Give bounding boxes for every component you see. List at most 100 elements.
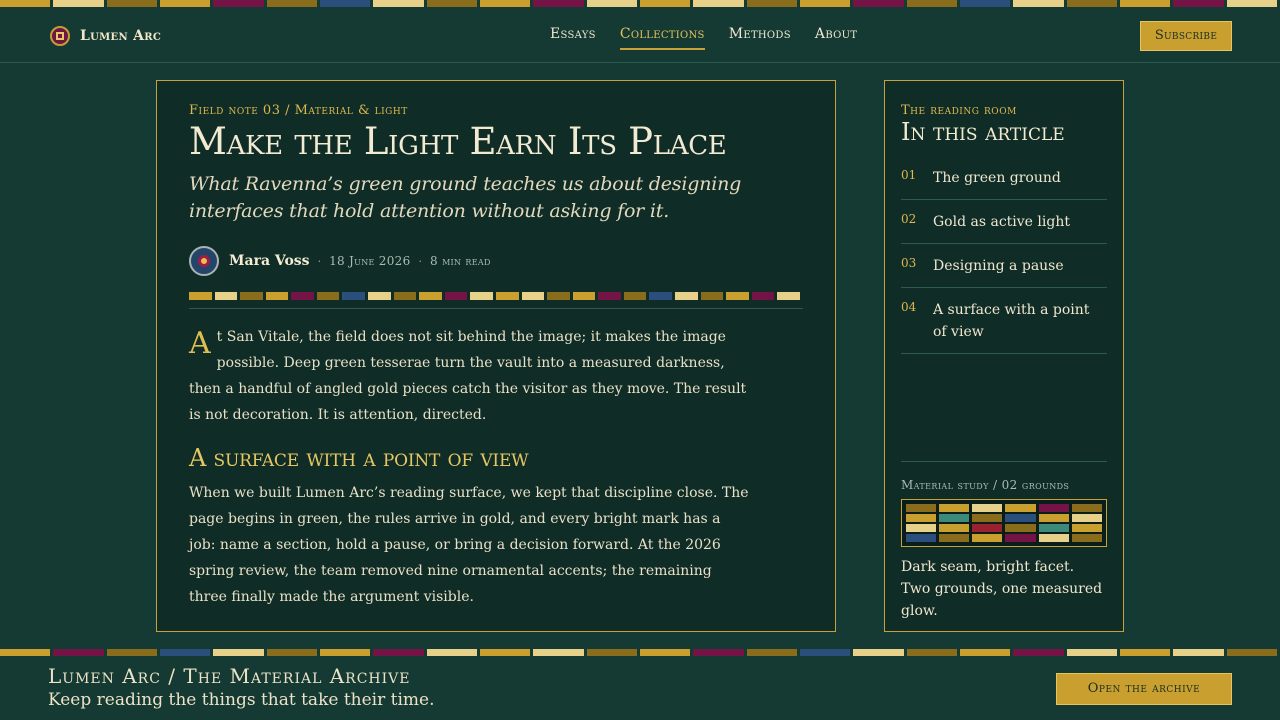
mosaic-tile bbox=[495, 292, 519, 300]
mosaic-tile bbox=[291, 292, 314, 300]
mosaic-tile bbox=[479, 649, 534, 656]
mosaic-border-top bbox=[0, 0, 1280, 7]
mosaic-tile bbox=[751, 292, 775, 300]
publish-date: 18 June 2026 bbox=[329, 254, 411, 268]
toc-item[interactable]: 03 Designing a pause bbox=[901, 244, 1107, 288]
swatch-tile bbox=[972, 524, 1003, 532]
nav-essays[interactable]: Essays bbox=[550, 26, 596, 50]
paragraph-text: t San Vitale, the field does not sit beh… bbox=[189, 329, 747, 423]
mosaic-tile bbox=[853, 0, 907, 7]
study-label: Material study / 02 grounds bbox=[901, 478, 1070, 492]
mosaic-tile bbox=[479, 0, 534, 7]
mosaic-tile bbox=[393, 292, 417, 300]
mosaic-tile bbox=[319, 649, 374, 656]
open-archive-button[interactable]: Open the archive bbox=[1056, 673, 1232, 705]
article-dek: What Ravenna’s green ground teaches us a… bbox=[189, 173, 742, 222]
swatch-tile bbox=[906, 524, 937, 532]
swatch-tile bbox=[939, 534, 970, 542]
toc-number: 03 bbox=[901, 256, 917, 270]
site-footer: Lumen Arc / The Material Archive Keep re… bbox=[0, 656, 1280, 720]
mosaic-tile bbox=[746, 0, 800, 7]
swatch-tile bbox=[906, 534, 937, 542]
toc-label: Designing a pause bbox=[933, 258, 1064, 274]
mosaic-tile bbox=[106, 0, 160, 7]
mosaic-tile bbox=[1173, 0, 1227, 7]
author-name[interactable]: Mara Voss bbox=[229, 253, 310, 269]
mosaic-tile bbox=[623, 292, 647, 300]
mosaic-tile bbox=[1119, 649, 1174, 656]
table-of-contents: 01 The green ground 02 Gold as active li… bbox=[901, 156, 1107, 354]
swatch-tile bbox=[939, 514, 970, 522]
toc-item[interactable]: 04 A surface with a point of view bbox=[901, 288, 1107, 354]
footer-title: Lumen Arc / The Material Archive bbox=[48, 664, 411, 688]
mosaic-tile bbox=[959, 649, 1014, 656]
toc-label: A surface with a point of view bbox=[933, 302, 1090, 340]
swatch-tile bbox=[939, 524, 970, 532]
swatch-tile bbox=[939, 504, 970, 512]
mosaic-tile bbox=[649, 292, 672, 300]
footer-tagline: Keep reading the things that take their … bbox=[48, 690, 435, 710]
material-study: Material study / 02 grounds Dark seam, b… bbox=[901, 461, 1107, 622]
swatch-tile bbox=[972, 534, 1003, 542]
mosaic-tile bbox=[746, 649, 800, 656]
mosaic-tile bbox=[189, 292, 212, 300]
mosaic-tile bbox=[316, 292, 340, 300]
mosaic-tile bbox=[53, 0, 107, 7]
mosaic-tile bbox=[0, 0, 54, 7]
mosaic-border-bottom bbox=[0, 649, 1280, 656]
mosaic-divider bbox=[189, 292, 803, 300]
article-paragraph: When we built Lumen Arc’s reading surfac… bbox=[189, 485, 749, 605]
read-time: 8 min read bbox=[430, 254, 491, 268]
study-caption: Dark seam, bright facet. Two grounds, on… bbox=[901, 559, 1103, 619]
mosaic-tile bbox=[700, 292, 724, 300]
article-card: Field note 03 / Material & light Make th… bbox=[156, 80, 836, 632]
mosaic-tile bbox=[533, 649, 587, 656]
mosaic-tile bbox=[213, 0, 267, 7]
mosaic-tile bbox=[1013, 649, 1067, 656]
mosaic-tile bbox=[521, 292, 545, 300]
subscribe-button[interactable]: Subscribe bbox=[1140, 21, 1232, 51]
mosaic-tile bbox=[373, 0, 427, 7]
mosaic-tile bbox=[586, 649, 640, 656]
nav-collections[interactable]: Collections bbox=[619, 26, 705, 50]
mosaic-tile bbox=[419, 292, 442, 300]
brand-link[interactable]: Lumen Arc bbox=[50, 26, 161, 46]
mosaic-tile bbox=[159, 0, 214, 7]
mosaic-tile bbox=[674, 292, 698, 300]
mosaic-tile bbox=[1226, 0, 1280, 7]
mosaic-tile bbox=[906, 0, 960, 7]
separator-dot: · bbox=[418, 254, 423, 268]
swatch-tile bbox=[1005, 524, 1036, 532]
swatch-tile bbox=[1071, 534, 1102, 542]
toc-item[interactable]: 01 The green ground bbox=[901, 156, 1107, 200]
sidebar-title: In this article bbox=[901, 118, 1065, 146]
mosaic-tile bbox=[265, 292, 289, 300]
mosaic-tile bbox=[533, 0, 587, 7]
mosaic-tile bbox=[586, 0, 640, 7]
site-header: Lumen Arc Essays Collections Methods Abo… bbox=[0, 7, 1280, 63]
mosaic-tile bbox=[214, 292, 238, 300]
toc-item[interactable]: 02 Gold as active light bbox=[901, 200, 1107, 244]
mosaic-tile bbox=[266, 0, 320, 7]
mosaic-tile bbox=[373, 649, 427, 656]
mosaic-tile bbox=[547, 292, 570, 300]
mosaic-tile bbox=[799, 0, 854, 7]
swatch-tile bbox=[906, 504, 937, 512]
mosaic-tile bbox=[1013, 0, 1067, 7]
mosaic-tile bbox=[1173, 649, 1227, 656]
drop-cap: A bbox=[189, 326, 211, 361]
article-title: Make the Light Earn Its Place bbox=[189, 120, 727, 163]
nav-methods[interactable]: Methods bbox=[729, 26, 791, 50]
mosaic-tile bbox=[1119, 0, 1174, 7]
swatch-tile bbox=[1071, 514, 1102, 522]
article-paragraph: At San Vitale, the field does not sit be… bbox=[189, 324, 749, 428]
mosaic-tile bbox=[368, 292, 391, 300]
swatch-tile bbox=[1071, 524, 1102, 532]
toc-number: 01 bbox=[901, 168, 917, 182]
swatch-tile bbox=[1005, 504, 1036, 512]
mosaic-tile bbox=[444, 292, 468, 300]
swatch-tile bbox=[1038, 524, 1069, 532]
avatar[interactable] bbox=[189, 246, 219, 276]
divider-rule bbox=[189, 308, 803, 309]
nav-about[interactable]: About bbox=[815, 26, 857, 50]
